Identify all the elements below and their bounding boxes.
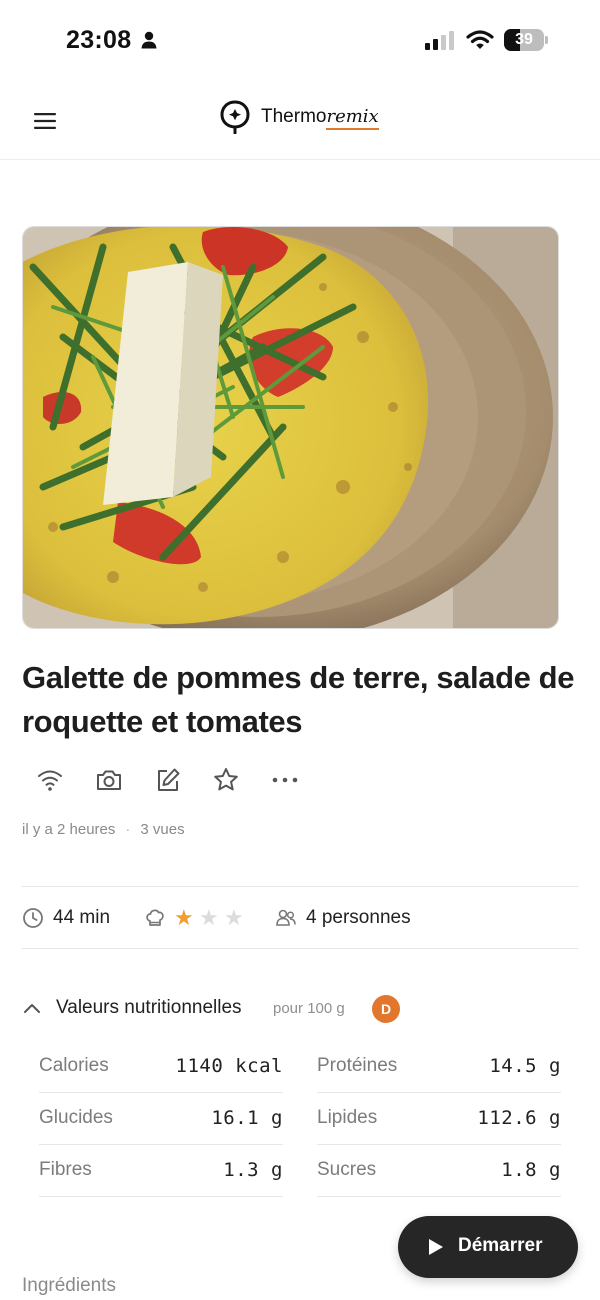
- camera-icon[interactable]: [95, 766, 123, 794]
- nutrition-label: Sucres: [317, 1159, 377, 1180]
- nutrition-toggle[interactable]: Valeurs nutritionnelles pour 100 g D: [22, 995, 422, 1023]
- brand-logo[interactable]: Thermoremix: [220, 100, 379, 134]
- difficulty-star-1: ★: [174, 905, 194, 930]
- nutrition-label: Lipides: [317, 1107, 378, 1128]
- start-button[interactable]: Démarrer: [398, 1216, 578, 1278]
- recipe-info-row: 44 min ★ ★ ★ 4 personnes: [22, 904, 578, 932]
- divider: [22, 948, 578, 949]
- nutrition-value: 1.3 g: [223, 1159, 283, 1181]
- nutrition-value: 16.1 g: [211, 1107, 283, 1129]
- nutri-score-badge: D: [372, 995, 400, 1023]
- chef-hat-icon: [146, 909, 164, 926]
- clock-icon: [23, 908, 43, 928]
- edit-icon[interactable]: [154, 766, 182, 794]
- nutrition-row: Protéines 14.5 g: [317, 1041, 561, 1093]
- star-icon[interactable]: [212, 766, 240, 794]
- meta-separator: ·: [125, 821, 131, 838]
- app-header: Thermoremix: [0, 80, 600, 160]
- duration: 44 min: [53, 907, 111, 928]
- brand-name: Thermoremix: [261, 106, 379, 130]
- nutrition-row: Glucides 16.1 g: [39, 1093, 283, 1145]
- wifi-icon[interactable]: [36, 766, 64, 794]
- nutrition-title: Valeurs nutritionnelles: [56, 997, 242, 1018]
- nutrition-value: 112.6 g: [477, 1107, 561, 1129]
- start-button-label: Démarrer: [458, 1235, 543, 1256]
- brand-accent: remix: [326, 106, 379, 130]
- posted-time: il y a 2 heures: [22, 821, 116, 838]
- ingredients-heading: Ingrédients: [22, 1275, 117, 1296]
- nutrition-label: Calories: [39, 1055, 109, 1076]
- difficulty-star-3: ★: [224, 905, 244, 930]
- nutrition-value: 1140 kcal: [175, 1055, 283, 1077]
- nutrition-label: Protéines: [317, 1055, 398, 1076]
- nutrition-row: Sucres 1.8 g: [317, 1145, 561, 1197]
- divider: [22, 886, 578, 887]
- servings: 4 personnes: [306, 907, 411, 928]
- logo-icon: [220, 100, 250, 134]
- menu-icon[interactable]: [34, 113, 56, 129]
- nutrition-label: Glucides: [39, 1107, 113, 1128]
- status-time: 23:08: [66, 26, 132, 54]
- status-bar: 23:08 39: [0, 0, 600, 80]
- battery-level: 39: [515, 31, 533, 48]
- nutrition-row: Fibres 1.3 g: [39, 1145, 283, 1197]
- people-icon: [276, 909, 296, 926]
- recipe-photo: [22, 226, 559, 629]
- view-count: 3 vues: [140, 821, 185, 838]
- nutrition-subtitle: pour 100 g: [273, 1000, 345, 1017]
- chevron-up-icon: [24, 1004, 40, 1013]
- recipe-meta: il y a 2 heures · 3 vues: [22, 821, 185, 838]
- play-icon: [429, 1239, 443, 1255]
- difficulty-star-2: ★: [199, 905, 219, 930]
- more-icon[interactable]: [271, 766, 299, 794]
- nutrition-value: 14.5 g: [489, 1055, 561, 1077]
- battery-icon: 39: [504, 29, 548, 51]
- nutrition-row: Lipides 112.6 g: [317, 1093, 561, 1145]
- nutrition-value: 1.8 g: [501, 1159, 561, 1181]
- signal-icon: [425, 31, 454, 50]
- recipe-title: Galette de pommes de terre, salade de ro…: [22, 660, 575, 739]
- wifi-icon: [466, 30, 494, 49]
- person-icon: [141, 31, 157, 49]
- nutrition-label: Fibres: [39, 1159, 92, 1180]
- nutrition-row: Calories 1140 kcal: [39, 1041, 283, 1093]
